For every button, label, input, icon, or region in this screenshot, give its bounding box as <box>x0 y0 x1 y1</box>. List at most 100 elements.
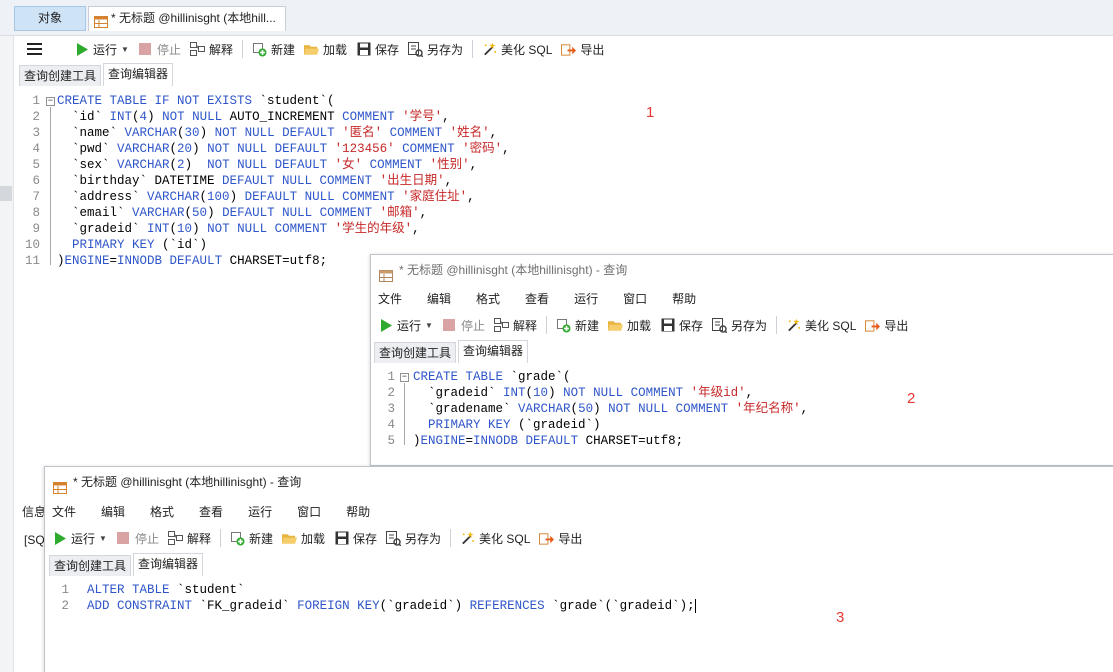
info-tab[interactable]: 信息 <box>22 503 46 520</box>
tab-query-editor[interactable]: 查询编辑器 <box>458 340 529 363</box>
save-as-button[interactable]: 另存为 <box>386 530 441 547</box>
menu-run[interactable]: 运行 <box>574 290 598 307</box>
run-button[interactable]: 运行 ▼ <box>52 530 107 547</box>
save-button[interactable]: 保存 <box>356 41 399 58</box>
run-button[interactable]: 运行 ▼ <box>74 41 129 58</box>
menu-window[interactable]: 窗口 <box>297 503 321 520</box>
explain-button[interactable]: 解释 <box>493 317 537 334</box>
menu-format[interactable]: 格式 <box>150 503 174 520</box>
tab-objects[interactable]: 对象 <box>14 6 86 31</box>
code-token: '家庭住址' <box>402 190 468 204</box>
code-token: `student`( <box>259 94 335 108</box>
info-message-text: [SQ <box>24 533 45 547</box>
new-button[interactable]: 新建 <box>230 530 273 547</box>
tab-query-builder[interactable]: 查询创建工具 <box>49 555 132 576</box>
line-number: 1 <box>387 370 395 384</box>
tab-query-builder[interactable]: 查询创建工具 <box>19 65 102 86</box>
code-line: `pwd` VARCHAR(20) NOT NULL DEFAULT '1234… <box>57 141 510 157</box>
toolbar-divider <box>241 40 243 58</box>
code-token: `student` <box>177 583 245 597</box>
save-button[interactable]: 保存 <box>660 317 703 334</box>
beautify-sql-label: 美化 SQL <box>805 318 857 333</box>
explain-button[interactable]: 解释 <box>167 530 211 547</box>
run-label: 运行 <box>93 42 118 57</box>
code-line: CREATE TABLE `grade`( <box>413 369 571 385</box>
tab-query-editor[interactable]: 查询编辑器 <box>103 63 174 86</box>
beautify-sql-button[interactable]: 美化 SQL <box>460 530 530 547</box>
run-button[interactable]: 运行 ▼ <box>378 317 433 334</box>
code-token: ) <box>57 254 65 268</box>
main-sql-editor[interactable]: − 1 CREATE TABLE IF NOT EXISTS `student`(… <box>0 93 1113 273</box>
code-token: VARCHAR <box>132 206 185 220</box>
code-token: CREATE TABLE IF NOT EXISTS <box>57 94 260 108</box>
menu-help[interactable]: 帮助 <box>672 290 696 307</box>
code-token: COMMENT <box>369 158 430 172</box>
run-dropdown-icon[interactable]: ▼ <box>425 321 433 330</box>
load-button[interactable]: 加载 <box>607 317 651 334</box>
window-3-menubar: 文件 编辑 格式 查看 运行 窗口 帮助 <box>52 499 1113 523</box>
stop-button[interactable]: 停止 <box>138 41 181 58</box>
stop-button[interactable]: 停止 <box>116 530 159 547</box>
code-line: PRIMARY KEY (`gradeid`) <box>413 417 601 433</box>
load-label: 加载 <box>300 531 325 546</box>
code-token: COMMENT <box>402 142 463 156</box>
code-token: '学生的年级' <box>334 222 413 236</box>
beautify-sql-button[interactable]: 美化 SQL <box>482 41 552 58</box>
window-3-title: * 无标题 @hillinisght (本地hillinisght) - 查询 <box>73 475 302 489</box>
window-2-title: * 无标题 @hillinisght (本地hillinisght) - 查询 <box>399 263 628 277</box>
save-icon <box>660 318 675 333</box>
menu-window[interactable]: 窗口 <box>623 290 647 307</box>
window-2-sql-editor[interactable]: − 1 CREATE TABLE `grade`(2 `gradeid` INT(… <box>371 369 1113 465</box>
menu-view[interactable]: 查看 <box>525 290 549 307</box>
menu-help[interactable]: 帮助 <box>346 503 370 520</box>
code-token: `id` <box>57 110 110 124</box>
beautify-sql-button[interactable]: 美化 SQL <box>786 317 856 334</box>
tab-query-editor[interactable]: 查询编辑器 <box>133 553 204 576</box>
new-button[interactable]: 新建 <box>556 317 599 334</box>
tab-query-untitled[interactable]: * 无标题 @hillinisght (本地hill... <box>88 6 286 31</box>
save-as-button[interactable]: 另存为 <box>712 317 767 334</box>
load-label: 加载 <box>626 318 651 333</box>
code-token: , <box>444 174 453 188</box>
menu-run[interactable]: 运行 <box>248 503 272 520</box>
annotation-marker-3: 3 <box>836 609 845 626</box>
load-button[interactable]: 加载 <box>281 530 325 547</box>
load-button[interactable]: 加载 <box>303 41 347 58</box>
code-token: = <box>109 254 118 268</box>
window-3-sql-editor[interactable]: 1 ALTER TABLE `student` 2 ADD CONSTRAINT `F… <box>45 582 1113 672</box>
run-dropdown-icon[interactable]: ▼ <box>99 534 107 543</box>
menu-file[interactable]: 文件 <box>378 290 402 307</box>
menu-file[interactable]: 文件 <box>52 503 76 520</box>
export-button[interactable]: 导出 <box>561 41 604 58</box>
export-button[interactable]: 导出 <box>539 530 582 547</box>
menu-edit[interactable]: 编辑 <box>427 290 451 307</box>
explain-button[interactable]: 解释 <box>189 41 233 58</box>
window-3-titlebar[interactable]: * 无标题 @hillinisght (本地hillinisght) - 查询 <box>45 467 1113 497</box>
tab-query-builder[interactable]: 查询创建工具 <box>374 342 457 363</box>
save-as-button[interactable]: 另存为 <box>408 41 463 58</box>
menu-edit[interactable]: 编辑 <box>101 503 125 520</box>
line-number: 6 <box>32 174 40 188</box>
toolbar-divider <box>472 40 474 58</box>
code-token: INNODB DEFAULT <box>117 254 230 268</box>
fold-toggle-icon[interactable]: − <box>46 97 55 106</box>
menu-view[interactable]: 查看 <box>199 503 223 520</box>
window-2-editor-subtabs: 查询创建工具 查询编辑器 <box>374 340 530 363</box>
new-button[interactable]: 新建 <box>252 41 295 58</box>
stop-button[interactable]: 停止 <box>442 317 485 334</box>
fold-toggle-icon[interactable]: − <box>400 373 409 382</box>
save-button[interactable]: 保存 <box>334 530 377 547</box>
code-token: `email` <box>57 206 133 220</box>
run-label: 运行 <box>397 318 422 333</box>
save-as-label: 另存为 <box>405 531 442 546</box>
line-number: 5 <box>32 158 40 172</box>
window-2-titlebar[interactable]: * 无标题 @hillinisght (本地hillinisght) - 查询 <box>371 255 1113 285</box>
annotation-marker-2: 2 <box>907 390 916 407</box>
run-dropdown-icon[interactable]: ▼ <box>121 45 129 54</box>
hamburger-menu-button[interactable] <box>27 42 46 57</box>
menu-format[interactable]: 格式 <box>476 290 500 307</box>
explain-label: 解释 <box>186 531 211 546</box>
beautify-sql-label: 美化 SQL <box>479 531 531 546</box>
new-label: 新建 <box>248 531 273 546</box>
export-button[interactable]: 导出 <box>865 317 908 334</box>
